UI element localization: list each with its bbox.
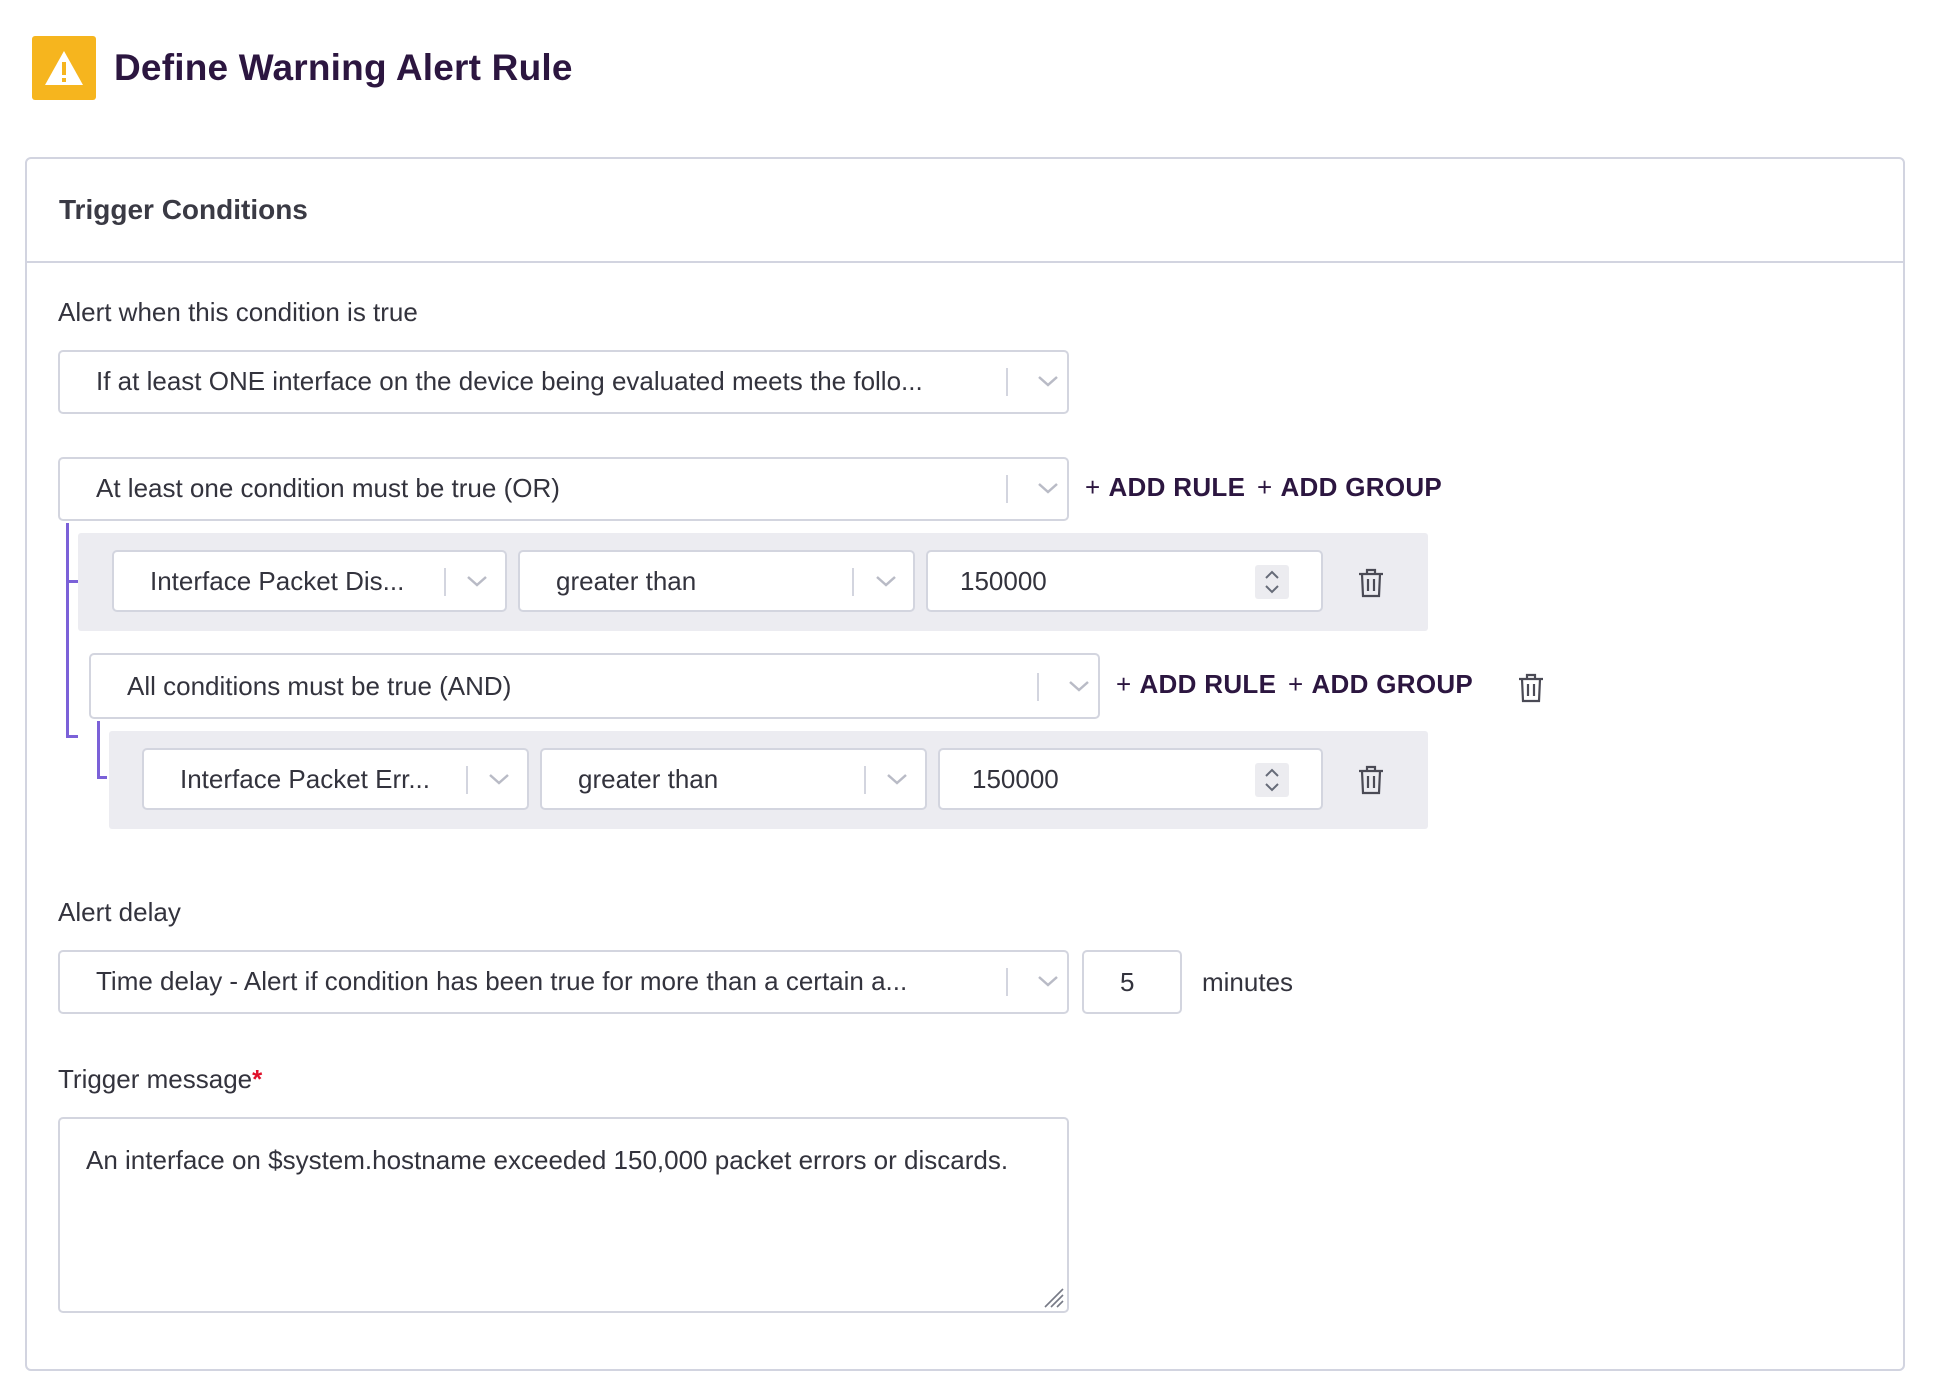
scope-select[interactable]: If at least ONE interface on the device …	[58, 350, 1069, 414]
stepper-arrows-icon	[1265, 768, 1279, 792]
delay-unit-label: minutes	[1202, 967, 1294, 997]
and-add-rule-button[interactable]: + ADD RULE	[1116, 669, 1276, 700]
or-add-rule-button[interactable]: + ADD RULE	[1085, 472, 1245, 503]
condition-label: Alert when this condition is true	[58, 297, 418, 327]
chevron-down-icon[interactable]	[875, 572, 897, 590]
rule-value-input[interactable]: 150000	[926, 550, 1323, 612]
rule-value: 150000	[972, 764, 1059, 794]
alert-delay-value: Time delay - Alert if condition has been…	[96, 966, 908, 996]
page-title: Define Warning Alert Rule	[114, 47, 573, 88]
select-separator	[864, 766, 866, 794]
rule-comparator-select[interactable]: greater than	[518, 550, 915, 612]
delay-minutes-input[interactable]: 5	[1082, 950, 1182, 1014]
add-group-label: ADD GROUP	[1280, 472, 1443, 502]
rule-comparator-value: greater than	[556, 566, 697, 596]
or-operator-value: At least one condition must be true (OR)	[96, 473, 560, 503]
chevron-down-icon[interactable]	[466, 572, 488, 590]
select-separator	[852, 568, 854, 596]
select-separator	[1006, 475, 1008, 503]
rule-comparator-value: greater than	[578, 764, 719, 794]
plus-icon: +	[1257, 472, 1273, 502]
chevron-down-icon[interactable]	[1068, 677, 1090, 695]
or-add-group-button[interactable]: + ADD GROUP	[1257, 472, 1442, 503]
alert-delay-select[interactable]: Time delay - Alert if condition has been…	[58, 950, 1069, 1014]
page-header: Define Warning Alert Rule	[32, 36, 573, 100]
resize-handle-icon[interactable]	[1039, 1283, 1065, 1309]
and-operator-value: All conditions must be true (AND)	[127, 671, 512, 701]
trigger-message-textarea[interactable]: An interface on $system.hostname exceede…	[58, 1117, 1069, 1313]
and-group-bracket	[97, 721, 100, 779]
trash-icon[interactable]	[1357, 765, 1385, 795]
required-asterisk: *	[252, 1064, 263, 1094]
add-group-label: ADD GROUP	[1311, 669, 1474, 699]
trigger-message-label-text: Trigger message	[58, 1064, 253, 1094]
scope-select-value: If at least ONE interface on the device …	[96, 366, 923, 396]
trigger-message-text: An interface on $system.hostname exceede…	[86, 1145, 1009, 1175]
select-separator	[1006, 368, 1008, 396]
rule-comparator-select[interactable]: greater than	[540, 748, 927, 810]
plus-icon: +	[1116, 669, 1132, 699]
chevron-down-icon[interactable]	[1037, 479, 1059, 497]
add-rule-label: ADD RULE	[1139, 669, 1277, 699]
rule-metric-select[interactable]: Interface Packet Dis...	[112, 550, 507, 612]
or-group-operator-select[interactable]: At least one condition must be true (OR)	[58, 457, 1069, 521]
stepper-arrows-icon	[1265, 570, 1279, 594]
plus-icon: +	[1288, 669, 1304, 699]
and-group-bracket-tick	[97, 776, 107, 779]
warning-icon	[32, 36, 96, 100]
or-group-bracket-tick	[66, 580, 78, 583]
and-group-operator-select[interactable]: All conditions must be true (AND)	[89, 653, 1100, 719]
card-header: Trigger Conditions	[27, 159, 1903, 263]
plus-icon: +	[1085, 472, 1101, 502]
trash-icon[interactable]	[1357, 568, 1385, 598]
select-separator	[1006, 968, 1008, 996]
select-separator	[466, 766, 468, 794]
number-stepper[interactable]	[1255, 565, 1289, 599]
add-rule-label: ADD RULE	[1108, 472, 1246, 502]
chevron-down-icon[interactable]	[488, 770, 510, 788]
rule-metric-value: Interface Packet Err...	[180, 764, 430, 794]
select-separator	[444, 568, 446, 596]
trash-icon[interactable]	[1517, 673, 1545, 703]
chevron-down-icon[interactable]	[1037, 972, 1059, 990]
and-add-group-button[interactable]: + ADD GROUP	[1288, 669, 1473, 700]
rule-metric-select[interactable]: Interface Packet Err...	[142, 748, 529, 810]
select-separator	[1037, 673, 1039, 701]
rule-metric-value: Interface Packet Dis...	[150, 566, 405, 596]
number-stepper[interactable]	[1255, 763, 1289, 797]
chevron-down-icon[interactable]	[886, 770, 908, 788]
card-title: Trigger Conditions	[59, 194, 308, 225]
or-group-bracket	[66, 523, 69, 738]
chevron-down-icon[interactable]	[1037, 372, 1059, 390]
rule-value-input[interactable]: 150000	[938, 748, 1323, 810]
alert-delay-label: Alert delay	[58, 897, 181, 927]
trigger-message-label: Trigger message*	[58, 1064, 262, 1095]
or-group-bracket-tick	[66, 735, 78, 738]
rule-value: 150000	[960, 566, 1047, 596]
